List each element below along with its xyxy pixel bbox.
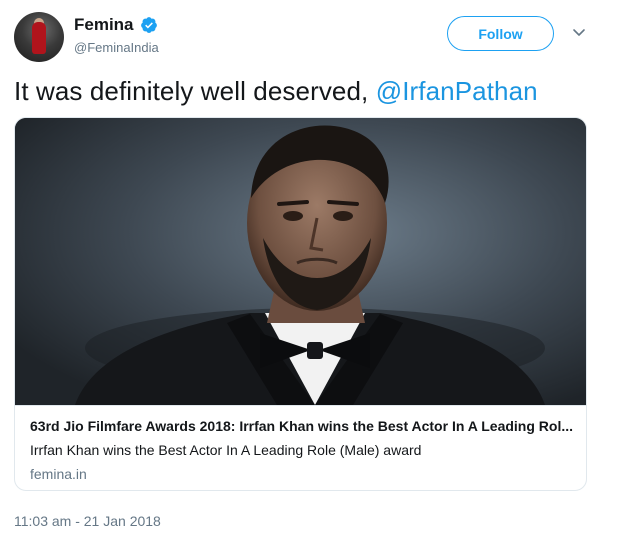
card-title[interactable]: 63rd Jio Filmfare Awards 2018: Irrfan Kh…	[30, 418, 575, 434]
card-info[interactable]: 63rd Jio Filmfare Awards 2018: Irrfan Kh…	[15, 405, 586, 490]
verified-badge-icon	[141, 17, 157, 33]
follow-button[interactable]: Follow	[447, 16, 554, 51]
avatar[interactable]	[14, 12, 64, 62]
avatar-figure	[32, 22, 46, 54]
author-name[interactable]: Femina	[74, 15, 134, 35]
author-handle[interactable]: @FeminaIndia	[74, 40, 159, 55]
tweet-timestamp[interactable]: 11:03 am - 21 Jan 2018	[14, 513, 161, 529]
card-description: Irrfan Khan wins the Best Actor In A Lea…	[30, 442, 422, 458]
link-card[interactable]: 63rd Jio Filmfare Awards 2018: Irrfan Kh…	[14, 117, 587, 491]
card-photo	[15, 118, 586, 405]
tweet: Femina @FeminaIndia Follow It was defini…	[0, 0, 622, 542]
card-image[interactable]	[15, 118, 586, 405]
card-domain: femina.in	[30, 466, 87, 482]
mention-link[interactable]: @IrfanPathan	[376, 76, 538, 106]
chevron-down-icon[interactable]	[572, 28, 586, 38]
tweet-text-body: It was definitely well deserved,	[14, 76, 376, 106]
tweet-text: It was definitely well deserved, @IrfanP…	[14, 76, 538, 107]
